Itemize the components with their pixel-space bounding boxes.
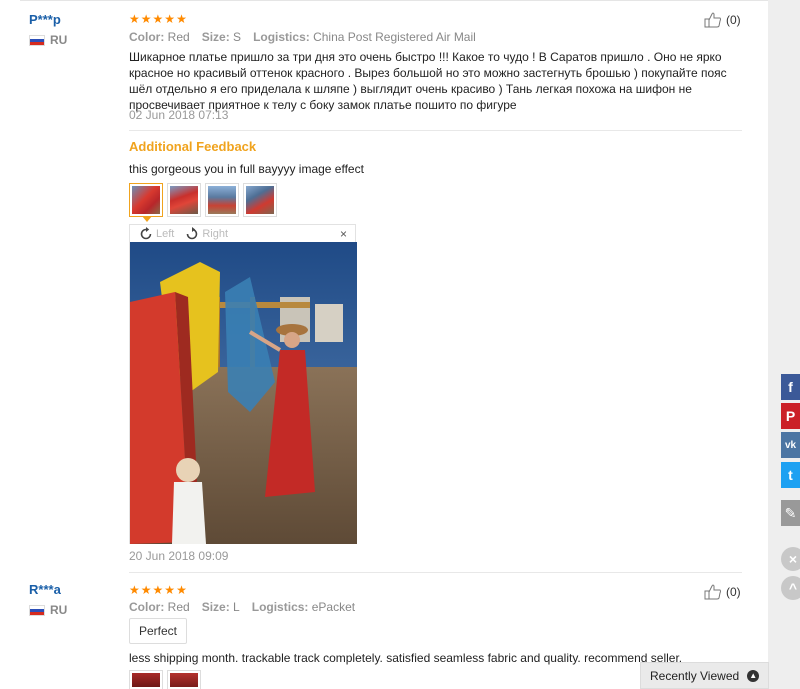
rotate-right-icon	[187, 226, 198, 239]
logistics-label: Logistics:	[251, 600, 309, 614]
twitter-share-button[interactable]: t	[781, 462, 800, 488]
facebook-share-button[interactable]: f	[781, 374, 800, 400]
review-date: 02 Jun 2018 07:13	[129, 108, 229, 122]
star-icon: ★	[140, 12, 152, 26]
edit-button[interactable]: ✎	[781, 500, 800, 526]
additional-feedback-title: Additional Feedback	[129, 139, 257, 154]
vk-icon: vk	[784, 439, 797, 451]
size-label: Size:	[201, 30, 230, 44]
size-value: S	[233, 30, 242, 44]
back-to-top-button[interactable]: ^	[781, 576, 800, 600]
photo-thumbnail[interactable]	[129, 670, 163, 689]
rotate-right-label: Right	[202, 227, 229, 240]
reviewer-country: RU	[29, 33, 67, 47]
photo-thumbnails	[129, 183, 277, 222]
star-icon: ★	[140, 583, 152, 597]
reviewer-name[interactable]: R***a	[29, 582, 61, 597]
logistics-label: Logistics:	[253, 30, 310, 44]
order-attributes: Color: Red Size: L Logistics: ePacket	[129, 600, 355, 614]
viewer-close-button[interactable]: ×	[340, 227, 347, 241]
size-value: L	[233, 600, 240, 614]
helpful-count: (0)	[726, 13, 741, 27]
rotate-left-icon	[140, 226, 152, 239]
star-icon: ★	[152, 583, 164, 597]
close-floating-button[interactable]: ×	[781, 547, 800, 571]
star-icon: ★	[129, 12, 140, 26]
photo-thumbnails	[129, 670, 201, 689]
photo-thumbnail[interactable]	[129, 183, 163, 222]
helpful-button[interactable]: (0)	[704, 584, 741, 600]
chevron-up-icon: ^	[788, 580, 798, 596]
color-label: Color:	[129, 30, 165, 44]
facebook-icon: f	[788, 379, 793, 395]
pinterest-share-button[interactable]: P	[781, 403, 800, 429]
review-photo[interactable]	[130, 242, 357, 544]
vk-share-button[interactable]: vk	[781, 432, 800, 458]
color-value: Red	[167, 30, 190, 44]
additional-feedback-text: this gorgeous you in full вayyyy image e…	[129, 162, 364, 176]
close-icon: ×	[788, 551, 798, 567]
photo-viewer: Left Right ×	[129, 224, 357, 544]
thumbs-up-icon	[704, 584, 721, 600]
pinterest-icon: P	[785, 408, 796, 424]
recently-viewed-bar[interactable]: Recently Viewed ▲	[640, 662, 769, 689]
color-value: Red	[167, 600, 190, 614]
star-icon: ★	[164, 583, 176, 597]
logistics-value: ePacket	[311, 600, 356, 614]
helpful-button[interactable]: (0)	[704, 12, 741, 28]
chevron-up-icon: ▲	[747, 669, 760, 682]
helpful-count: (0)	[726, 585, 741, 599]
size-label: Size:	[201, 600, 230, 614]
review-text: Шикарное платье пришло за три дня это оч…	[129, 50, 727, 112]
review-divider	[129, 572, 742, 573]
selected-pointer-icon	[142, 216, 152, 222]
star-icon: ★	[164, 12, 176, 26]
top-divider	[20, 0, 768, 1]
photo-thumbnail[interactable]	[205, 183, 239, 217]
order-attributes: Color: Red Size: S Logistics: China Post R…	[129, 30, 476, 44]
rotate-left-button[interactable]: Left	[138, 226, 174, 242]
logistics-value: China Post Registered Air Mail	[313, 30, 476, 44]
russia-flag-icon	[29, 34, 45, 46]
star-rating: ★ ★ ★ ★ ★	[129, 584, 187, 596]
russia-flag-icon	[29, 604, 45, 616]
photo-thumbnail[interactable]	[243, 183, 277, 217]
star-icon: ★	[129, 583, 140, 597]
rotate-right-button[interactable]: Right	[184, 226, 228, 242]
thumbs-up-icon	[704, 12, 721, 28]
star-icon: ★	[176, 583, 187, 597]
country-code: RU	[50, 603, 68, 617]
viewer-toolbar: Left Right ×	[130, 225, 355, 242]
country-code: RU	[50, 33, 68, 47]
additional-feedback-date: 20 Jun 2018 09:09	[129, 549, 229, 563]
photo-thumbnail[interactable]	[167, 183, 201, 217]
edit-icon: ✎	[784, 504, 797, 521]
review-tag: Perfect	[129, 618, 188, 644]
photo-thumbnail[interactable]	[167, 670, 201, 689]
twitter-icon: t	[788, 467, 793, 483]
rotate-left-label: Left	[156, 227, 175, 240]
star-icon: ★	[176, 12, 187, 26]
reviewer-country: RU	[29, 603, 67, 617]
color-label: Color:	[129, 600, 165, 614]
recently-viewed-label: Recently Viewed	[650, 668, 740, 683]
star-icon: ★	[152, 12, 164, 26]
star-rating: ★ ★ ★ ★ ★	[129, 13, 187, 25]
reviewer-name[interactable]: P***p	[29, 12, 61, 27]
feedback-divider	[129, 130, 742, 131]
